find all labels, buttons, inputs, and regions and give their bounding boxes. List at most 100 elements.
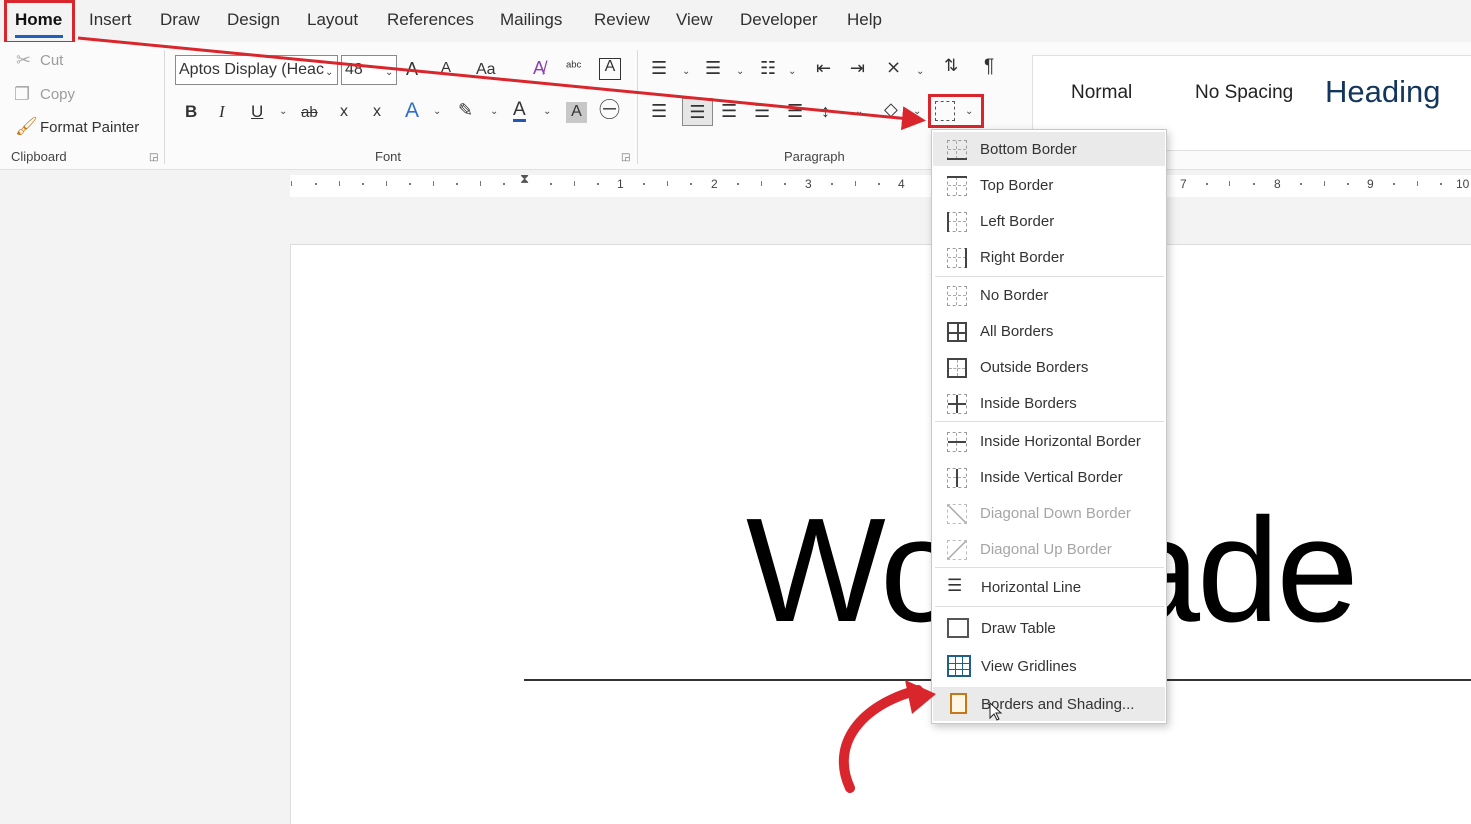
ruler-number: 8 — [1274, 177, 1281, 191]
ruler-tick — [690, 183, 692, 185]
format-painter-button[interactable]: Format Painter — [40, 119, 139, 136]
menu-item-no-border[interactable]: No Border — [933, 278, 1165, 312]
clipboard-launcher-icon[interactable]: ◲ — [149, 152, 158, 163]
decrease-indent-icon[interactable]: ⇤ — [816, 59, 831, 77]
style-no-spacing[interactable]: No Spacing — [1195, 82, 1293, 104]
ruler-tick — [597, 183, 599, 185]
tab-view[interactable]: View — [676, 10, 713, 30]
underline-button[interactable]: U — [251, 103, 263, 120]
copy-button[interactable]: Copy — [40, 86, 75, 103]
shrink-font-icon[interactable]: A — [441, 60, 451, 75]
clear-formatting-icon[interactable]: A̸ — [533, 59, 545, 77]
bullets-icon[interactable]: ☰ — [651, 59, 667, 77]
chevron-down-icon[interactable]: ⌄ — [490, 106, 498, 117]
no-border-icon — [947, 286, 967, 306]
menu-separator — [935, 421, 1164, 422]
align-right-icon[interactable]: ☰ — [721, 102, 737, 120]
asian-layout-icon[interactable]: ⨯ — [886, 58, 901, 76]
menu-item-inside-vertical-border[interactable]: Inside Vertical Border — [933, 460, 1165, 494]
style-heading[interactable]: Heading — [1325, 74, 1440, 110]
tab-mailings[interactable]: Mailings — [500, 10, 562, 30]
diagonal-up-border-icon — [947, 540, 967, 560]
enclose-characters-icon[interactable]: ㊀ — [599, 100, 620, 121]
style-normal[interactable]: Normal — [1071, 82, 1132, 104]
chevron-down-icon[interactable]: ⌄ — [913, 106, 921, 117]
paint-bucket-icon[interactable]: ◇ — [884, 100, 898, 118]
chevron-down-icon[interactable]: ⌄ — [916, 66, 924, 77]
menu-item-left-border[interactable]: Left Border — [933, 204, 1165, 238]
draw-table-icon — [947, 618, 969, 638]
menu-item-diagonal-down-border[interactable]: Diagonal Down Border — [933, 496, 1165, 530]
menu-item-outside-borders[interactable]: Outside Borders — [933, 350, 1165, 384]
menu-item-inside-borders[interactable]: Inside Borders — [933, 386, 1165, 420]
line-spacing-icon[interactable]: ↕ — [821, 102, 830, 120]
ruler-tick — [831, 183, 833, 185]
show-formatting-marks-icon[interactable]: ¶ — [984, 57, 994, 76]
menu-item-top-border[interactable]: Top Border — [933, 168, 1165, 202]
chevron-down-icon[interactable]: ⌄ — [325, 67, 333, 78]
grow-font-icon[interactable]: A — [406, 60, 418, 78]
justify-icon[interactable]: ☰ — [754, 102, 770, 120]
change-case-icon[interactable]: Aa — [476, 62, 496, 78]
align-center-icon[interactable]: ☰ — [682, 98, 713, 126]
chevron-down-icon[interactable]: ⌄ — [788, 66, 796, 77]
ruler-tick — [386, 181, 387, 186]
increase-indent-icon[interactable]: ⇥ — [850, 59, 865, 77]
font-launcher-icon[interactable]: ◲ — [621, 152, 630, 163]
ruler-tick — [1300, 183, 1302, 185]
align-left-icon[interactable]: ☰ — [651, 102, 667, 120]
menu-item-right-border[interactable]: Right Border — [933, 240, 1165, 274]
tab-insert[interactable]: Insert — [89, 10, 132, 30]
chevron-down-icon[interactable]: ⌄ — [682, 66, 690, 77]
chevron-down-icon[interactable]: ⌄ — [385, 67, 393, 78]
menu-item-borders-and-shading[interactable]: Borders and Shading... — [933, 687, 1165, 721]
text-effects-abc-icon[interactable]: ᵃᵇᶜ — [566, 59, 581, 73]
superscript-button[interactable]: x — [373, 104, 381, 120]
chevron-down-icon[interactable]: ⌄ — [855, 106, 863, 117]
menu-item-inside-horizontal-border[interactable]: Inside Horizontal Border — [933, 424, 1165, 458]
tab-help[interactable]: Help — [847, 10, 882, 30]
distributed-icon[interactable]: ☰ — [787, 102, 803, 120]
menu-item-label: Bottom Border — [980, 141, 1077, 158]
menu-item-label: Diagonal Down Border — [980, 505, 1131, 522]
character-border-icon[interactable]: A — [599, 58, 621, 80]
font-color-button[interactable]: A — [513, 100, 526, 122]
group-divider — [164, 50, 165, 164]
chevron-down-icon[interactable]: ⌄ — [433, 106, 441, 117]
tab-draw[interactable]: Draw — [160, 10, 200, 30]
menu-item-bottom-border[interactable]: Bottom Border — [933, 132, 1165, 166]
cut-button[interactable]: Cut — [40, 52, 63, 69]
borders-shading-icon — [950, 693, 967, 714]
menu-item-all-borders[interactable]: All Borders — [933, 314, 1165, 348]
menu-item-label: Top Border — [980, 177, 1054, 194]
chevron-down-icon[interactable]: ⌄ — [279, 106, 287, 117]
inside-borders-icon — [947, 394, 967, 414]
character-shading-button[interactable]: A — [566, 102, 587, 123]
italic-button[interactable]: I — [219, 103, 225, 120]
menu-item-horizontal-line[interactable]: ☰ Horizontal Line — [933, 570, 1165, 604]
sort-icon[interactable]: ⇅ — [944, 57, 958, 74]
menu-item-diagonal-up-border[interactable]: Diagonal Up Border — [933, 532, 1165, 566]
numbering-icon[interactable]: ☰ — [705, 59, 721, 77]
tab-design[interactable]: Design — [227, 10, 280, 30]
menu-item-view-gridlines[interactable]: View Gridlines — [933, 649, 1165, 683]
tab-references[interactable]: References — [387, 10, 474, 30]
ruler-tick — [1253, 183, 1255, 185]
text-effects-button[interactable]: A — [405, 100, 419, 121]
highlighter-icon[interactable]: ✎ — [458, 101, 473, 119]
multilevel-list-icon[interactable]: ☷ — [760, 59, 776, 77]
strikethrough-button[interactable]: ab — [301, 105, 318, 120]
subscript-button[interactable]: x — [340, 104, 348, 120]
right-border-icon — [947, 248, 967, 268]
tab-layout[interactable]: Layout — [307, 10, 358, 30]
menu-item-draw-table[interactable]: Draw Table — [933, 611, 1165, 645]
font-name-combo[interactable]: Aptos Display (Heac — [175, 55, 338, 85]
tab-developer[interactable]: Developer — [740, 10, 818, 30]
bold-button[interactable]: B — [185, 103, 197, 120]
indent-marker-icon[interactable]: ⧗ — [520, 172, 529, 185]
ruler-tick — [456, 183, 458, 185]
chevron-down-icon[interactable]: ⌄ — [543, 106, 551, 117]
tab-review[interactable]: Review — [594, 10, 650, 30]
borders-button-highlight-box — [928, 94, 984, 128]
chevron-down-icon[interactable]: ⌄ — [736, 66, 744, 77]
